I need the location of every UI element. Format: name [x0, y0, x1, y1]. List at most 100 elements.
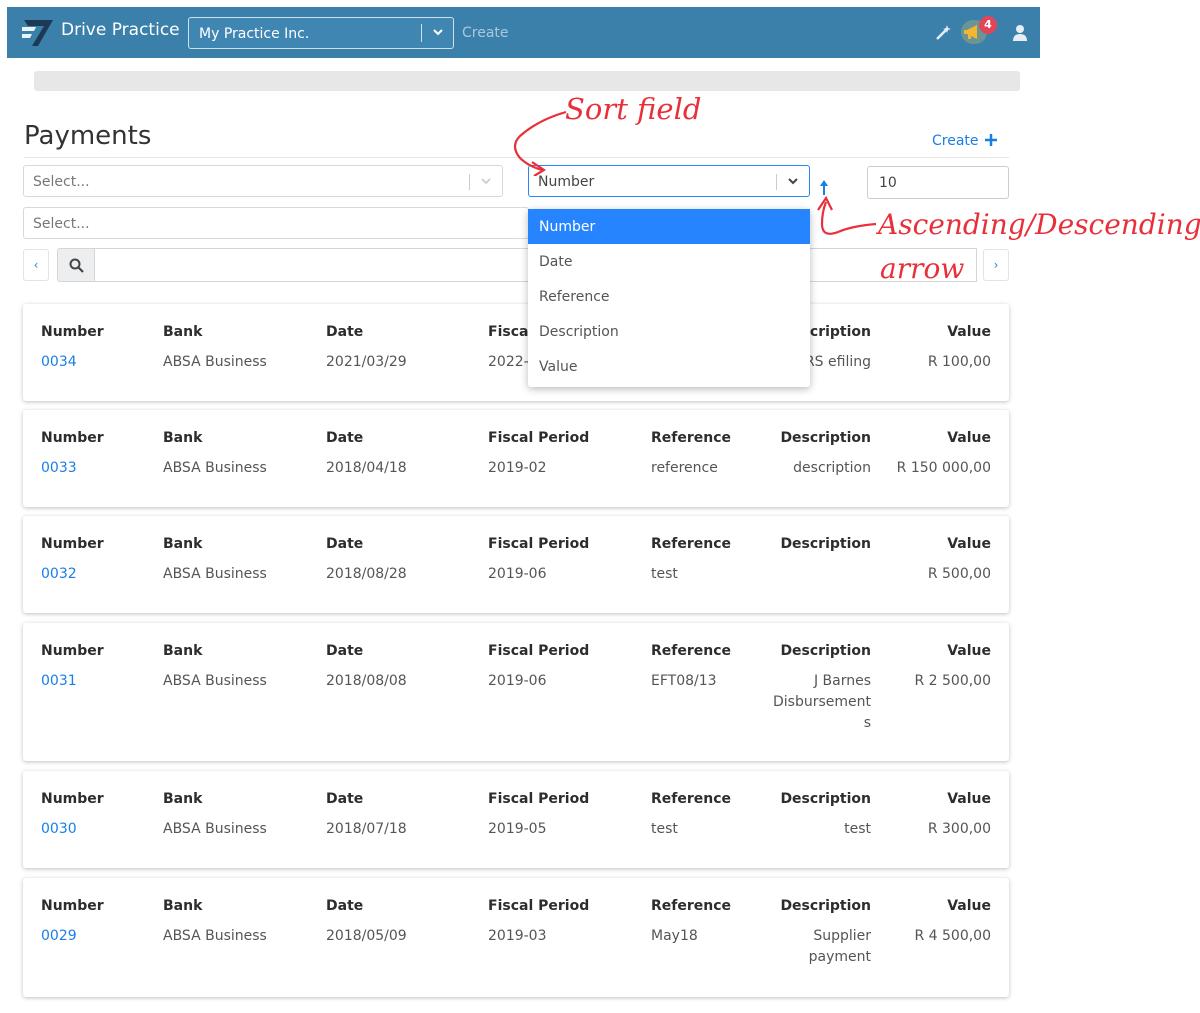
sort-option-description[interactable]: Description	[528, 314, 810, 349]
sort-option-reference[interactable]: Reference	[528, 279, 810, 314]
top-create-link[interactable]: Create	[462, 25, 509, 41]
payment-fiscal-period: 2022-	[488, 354, 529, 370]
payment-number-link[interactable]: 0034	[41, 352, 77, 373]
col-header-date: Date	[326, 791, 364, 807]
sort-option-label: Date	[539, 254, 573, 270]
payment-date: 2018/08/08	[326, 673, 407, 689]
payment-reference: test	[651, 821, 678, 837]
col-header-date: Date	[326, 898, 364, 914]
col-header-date: Date	[326, 536, 364, 552]
payment-fiscal-period: 2019-06	[488, 566, 547, 582]
payment-date: 2018/04/18	[326, 460, 407, 476]
col-header-date: Date	[326, 643, 364, 659]
payment-reference: reference	[651, 460, 718, 476]
sort-option-value[interactable]: Value	[528, 349, 810, 384]
col-header-description: Description	[780, 536, 871, 552]
next-page-button[interactable]: ›	[983, 249, 1009, 281]
page-title: Payments	[24, 121, 152, 151]
col-header-number: Number	[41, 791, 104, 807]
col-header-description: Description	[780, 898, 871, 914]
col-header-number: Number	[41, 898, 104, 914]
payment-number-link[interactable]: 0030	[41, 819, 77, 840]
sort-field-select[interactable]: Number	[528, 165, 810, 197]
payment-card[interactable]: Number Bank Date Fiscal scription Value …	[23, 304, 1009, 401]
payment-value: R 2 500,00	[914, 673, 991, 689]
user-icon[interactable]	[1011, 24, 1029, 42]
payment-bank: ABSA Business	[163, 821, 267, 837]
second-filter-select[interactable]: Select...	[23, 207, 529, 239]
filter-select[interactable]: Select...	[23, 165, 503, 197]
annotation-arrow-sort	[513, 110, 567, 176]
payment-value: R 150 000,00	[896, 460, 991, 476]
chevron-down-icon[interactable]	[431, 25, 445, 39]
payment-description: Supplier payment	[808, 928, 871, 965]
col-header-description: Description	[780, 643, 871, 659]
plus-icon[interactable]	[983, 132, 999, 148]
col-header-bank: Bank	[163, 324, 203, 340]
col-header-reference: Reference	[651, 643, 732, 659]
select-separator	[421, 24, 422, 42]
payment-description: test	[844, 821, 871, 837]
payment-card[interactable]: Number 0032 Bank ABSA Business Date 2018/08/2…	[23, 516, 1009, 613]
payment-number-link[interactable]: 0029	[41, 926, 77, 947]
sort-option-number[interactable]: Number	[528, 209, 810, 244]
chevron-down-icon[interactable]	[480, 175, 492, 187]
col-header-number: Number	[41, 643, 104, 659]
select-separator	[776, 174, 777, 190]
col-header-description: Description	[780, 430, 871, 446]
sort-option-label: Value	[539, 359, 578, 375]
payment-date: 2018/05/09	[326, 928, 407, 944]
payment-card[interactable]: Number 0029 Bank ABSA Business Date 2018/05/0…	[23, 878, 1009, 997]
create-payment-link[interactable]: Create	[932, 133, 979, 149]
company-select-value: My Practice Inc.	[199, 26, 310, 42]
magic-wand-icon[interactable]	[934, 24, 952, 42]
col-header-value: Value	[947, 324, 991, 340]
payment-bank: ABSA Business	[163, 354, 267, 370]
payment-card[interactable]: Number 0031 Bank ABSA Business Date 2018/08/0…	[23, 623, 1009, 761]
sort-option-date[interactable]: Date	[528, 244, 810, 279]
payment-value: R 4 500,00	[914, 928, 991, 944]
annotation-arrow-direction	[817, 195, 877, 235]
payment-bank: ABSA Business	[163, 928, 267, 944]
logo-icon[interactable]	[22, 17, 56, 47]
payment-fiscal-period: 2019-05	[488, 821, 547, 837]
payment-reference: May18	[651, 928, 698, 944]
col-header-number: Number	[41, 430, 104, 446]
col-header-reference: Reference	[651, 791, 732, 807]
payment-number-link[interactable]: 0032	[41, 564, 77, 585]
col-header-fiscal-period: Fiscal Period	[488, 643, 590, 659]
prev-page-button[interactable]: ‹	[23, 249, 49, 281]
col-header-reference: Reference	[651, 430, 732, 446]
sort-field-value: Number	[538, 174, 595, 190]
payment-bank: ABSA Business	[163, 566, 267, 582]
col-header-number: Number	[41, 324, 104, 340]
col-header-date: Date	[326, 430, 364, 446]
search-button[interactable]	[57, 248, 95, 282]
col-header-bank: Bank	[163, 643, 203, 659]
payment-fiscal-period: 2019-02	[488, 460, 547, 476]
col-header-fiscal-period: Fiscal Period	[488, 536, 590, 552]
payment-card[interactable]: Number 0033 Bank ABSA Business Date 2018/04/1…	[23, 410, 1009, 507]
company-select[interactable]: My Practice Inc.	[188, 17, 454, 49]
payment-reference: EFT08/13	[651, 673, 717, 689]
sort-option-label: Reference	[539, 289, 610, 305]
col-header-bank: Bank	[163, 898, 203, 914]
chevron-down-icon[interactable]	[787, 175, 799, 187]
col-header-value: Value	[947, 898, 991, 914]
col-header-value: Value	[947, 791, 991, 807]
payment-number-link[interactable]: 0031	[41, 671, 77, 692]
payment-date: 2018/08/28	[326, 566, 407, 582]
select-separator	[469, 174, 470, 190]
payment-number-link[interactable]: 0033	[41, 458, 77, 479]
sort-option-label: Description	[539, 324, 619, 340]
payment-card[interactable]: Number 0030 Bank ABSA Business Date 2018/07/1…	[23, 771, 1009, 868]
brand-name[interactable]: Drive Practice	[61, 20, 180, 40]
col-header-date: Date	[326, 324, 364, 340]
payment-fiscal-period: 2019-06	[488, 673, 547, 689]
payment-description: RS efiling	[804, 354, 871, 370]
col-header-fiscal: Fiscal	[488, 324, 534, 340]
col-header-bank: Bank	[163, 791, 203, 807]
page-size-input[interactable]: 10	[867, 166, 1009, 199]
col-header-bank: Bank	[163, 536, 203, 552]
col-header-description: scription	[801, 324, 871, 340]
